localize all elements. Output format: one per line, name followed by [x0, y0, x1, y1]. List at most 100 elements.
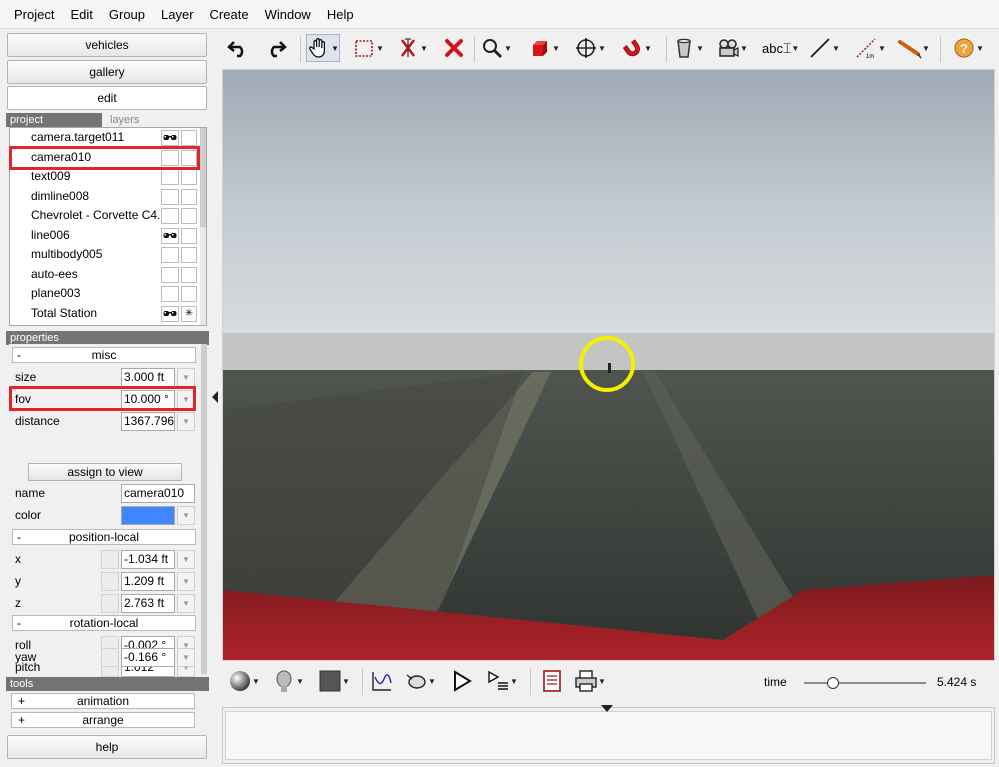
- lock-toggle[interactable]: [181, 227, 197, 244]
- menu-create[interactable]: Create: [202, 0, 257, 29]
- spin-handle[interactable]: [101, 572, 119, 591]
- chevron-down-icon[interactable]: ▼: [696, 44, 704, 53]
- shading-button[interactable]: ▼: [228, 667, 260, 695]
- lock-toggle[interactable]: [181, 208, 197, 224]
- lock-toggle[interactable]: [181, 130, 197, 146]
- lock-toggle[interactable]: [181, 247, 197, 263]
- menu-group[interactable]: Group: [101, 0, 153, 29]
- line-button[interactable]: ▼: [808, 34, 840, 62]
- redo-button[interactable]: [264, 34, 288, 62]
- visibility-toggle[interactable]: [161, 169, 179, 185]
- chevron-down-icon[interactable]: ▼: [252, 677, 260, 686]
- report-button[interactable]: [540, 667, 564, 695]
- chevron-down-icon[interactable]: ▼: [510, 677, 518, 686]
- background-color-button[interactable]: ▼: [318, 667, 350, 695]
- help-button[interactable]: help: [7, 735, 207, 759]
- menu-edit[interactable]: Edit: [62, 0, 100, 29]
- spin-handle[interactable]: [101, 648, 119, 667]
- zoom-button[interactable]: ▼: [480, 34, 512, 62]
- move-button[interactable]: ▼: [574, 34, 606, 62]
- menu-window[interactable]: Window: [257, 0, 319, 29]
- visibility-toggle[interactable]: [161, 266, 179, 283]
- 3d-viewport[interactable]: [222, 69, 995, 661]
- snap-button[interactable]: ▼: [620, 34, 652, 62]
- chevron-down-icon[interactable]: ▼: [552, 44, 560, 53]
- delete-button[interactable]: [442, 34, 466, 62]
- chevron-down-icon[interactable]: ▼: [644, 44, 652, 53]
- list-item[interactable]: camera.target011: [10, 128, 206, 148]
- object-list-scrollbar[interactable]: [200, 128, 206, 325]
- list-item[interactable]: Chevrolet - Corvette C4...: [10, 206, 206, 226]
- chevron-down-icon[interactable]: ▼: [878, 44, 886, 53]
- list-item[interactable]: plane003: [10, 284, 206, 304]
- print-button[interactable]: ▼: [574, 667, 606, 695]
- chevron-down-icon[interactable]: ▼: [177, 412, 195, 431]
- chevron-down-icon[interactable]: ▼: [177, 572, 195, 591]
- group-position-local[interactable]: - position-local: [12, 529, 196, 545]
- list-item[interactable]: dimline008: [10, 187, 206, 207]
- color-swatch[interactable]: [121, 506, 175, 525]
- visibility-toggle[interactable]: [161, 305, 179, 322]
- tab-project[interactable]: project: [6, 113, 102, 127]
- chevron-down-icon[interactable]: ▼: [922, 44, 930, 53]
- list-item[interactable]: line006: [10, 226, 206, 246]
- edit-button[interactable]: edit: [7, 86, 207, 110]
- tool-animation[interactable]: + animation: [11, 693, 195, 709]
- list-item[interactable]: multibody005: [10, 245, 206, 265]
- measure-button[interactable]: 1m ▼: [854, 34, 886, 62]
- chevron-down-icon[interactable]: ▼: [598, 44, 606, 53]
- lock-toggle[interactable]: [181, 266, 197, 283]
- pan-tool-button[interactable]: ▼: [306, 34, 340, 62]
- prop-distance-input[interactable]: 1367.796 ft: [121, 412, 175, 431]
- spin-handle[interactable]: [101, 594, 119, 613]
- camera-button[interactable]: ▼: [716, 34, 748, 62]
- chevron-down-icon[interactable]: ▼: [428, 677, 436, 686]
- list-item[interactable]: auto-ees: [10, 265, 206, 285]
- help-tool-button[interactable]: ? ▼: [952, 34, 984, 62]
- animate-button[interactable]: ▼: [404, 667, 436, 695]
- menu-project[interactable]: Project: [6, 0, 62, 29]
- text-label-button[interactable]: abc ⌶ ▼: [762, 34, 799, 62]
- tool-arrange[interactable]: + arrange: [11, 712, 195, 728]
- prop-z-input[interactable]: 2.763 ft: [121, 594, 175, 613]
- chevron-down-icon[interactable]: ▼: [832, 44, 840, 53]
- prop-yaw-input[interactable]: -0.166 °: [121, 648, 175, 667]
- menu-help[interactable]: Help: [319, 0, 362, 29]
- assign-to-view-button[interactable]: assign to view: [28, 463, 182, 481]
- visibility-toggle[interactable]: [161, 227, 179, 244]
- group-rotation-local[interactable]: - rotation-local: [12, 615, 196, 631]
- time-slider[interactable]: [804, 677, 926, 689]
- prop-size-input[interactable]: 3.000 ft: [121, 368, 175, 387]
- list-item[interactable]: Total Station ✳: [10, 304, 206, 324]
- character-button[interactable]: ▼: [272, 667, 304, 695]
- group-misc[interactable]: - misc: [12, 347, 196, 363]
- time-slider-knob[interactable]: [827, 677, 840, 689]
- chevron-down-icon[interactable]: ▼: [177, 648, 195, 667]
- chevron-down-icon[interactable]: ▼: [420, 44, 428, 53]
- chevron-down-icon[interactable]: ▼: [296, 677, 304, 686]
- visibility-toggle[interactable]: [161, 208, 179, 224]
- spin-handle[interactable]: [101, 550, 119, 569]
- chevron-down-icon[interactable]: ▼: [177, 506, 195, 525]
- lock-toggle[interactable]: [181, 286, 197, 302]
- play-button[interactable]: [450, 667, 474, 695]
- chevron-down-icon[interactable]: ▼: [791, 44, 799, 53]
- chevron-down-icon[interactable]: ▼: [177, 550, 195, 569]
- prop-y-input[interactable]: 1.209 ft: [121, 572, 175, 591]
- chevron-down-icon[interactable]: ▼: [177, 594, 195, 613]
- chevron-down-icon[interactable]: ▼: [376, 44, 384, 53]
- create-box-button[interactable]: ▼: [528, 34, 560, 62]
- chevron-down-icon[interactable]: ▼: [331, 44, 339, 53]
- cut-button[interactable]: ▼: [396, 34, 428, 62]
- bucket-button[interactable]: ▼: [672, 34, 704, 62]
- chevron-down-icon[interactable]: ▼: [177, 368, 195, 387]
- select-box-button[interactable]: ▼: [352, 34, 384, 62]
- properties-scrollbar[interactable]: [201, 344, 207, 680]
- visibility-toggle[interactable]: [161, 286, 179, 302]
- lock-toggle[interactable]: ✳: [181, 305, 197, 322]
- prop-x-input[interactable]: -1.034 ft: [121, 550, 175, 569]
- chevron-down-icon[interactable]: ▼: [976, 44, 984, 53]
- menu-layer[interactable]: Layer: [153, 0, 202, 29]
- visibility-toggle[interactable]: [161, 247, 179, 263]
- expand-panel-icon[interactable]: [599, 703, 615, 713]
